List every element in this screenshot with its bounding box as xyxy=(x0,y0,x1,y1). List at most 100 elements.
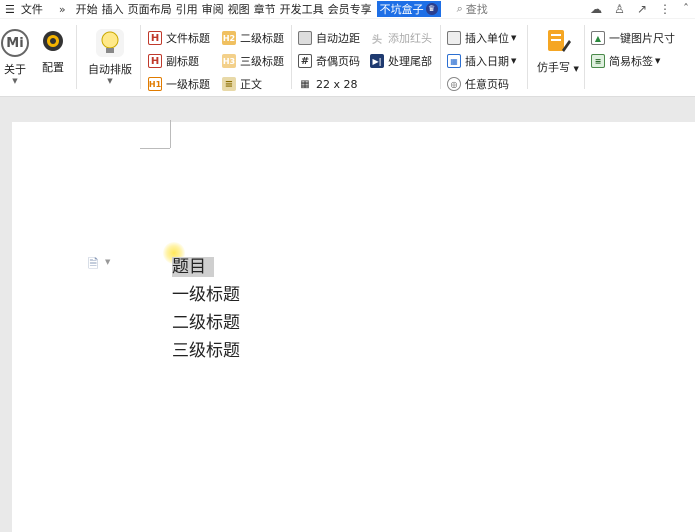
ribbon: Mi 关于 ▼ 配置 自动排版 ▼ H 文件标题 H 副标题 H1 一级标题 H… xyxy=(0,19,695,97)
margin-marker-horizontal xyxy=(140,148,170,149)
tab-home[interactable]: 开始 xyxy=(74,1,100,17)
page-number-icon: ◎ xyxy=(447,77,461,91)
divider xyxy=(440,25,441,89)
unit-icon xyxy=(447,31,461,45)
imitate-write-label: 仿手写 ▼ xyxy=(537,61,579,74)
divider xyxy=(527,25,528,89)
selected-text[interactable]: 题目 xyxy=(172,257,214,277)
h2-label: 二级标题 xyxy=(240,32,284,45)
imitate-write-button[interactable]: 仿手写 ▼ xyxy=(537,27,579,75)
doc-title-button[interactable]: H 文件标题 xyxy=(148,29,210,47)
notepad-pen-icon xyxy=(544,27,572,55)
chevron-down-icon: ▼ xyxy=(12,77,18,85)
about-label: 关于 xyxy=(4,63,26,76)
about-icon: Mi xyxy=(1,29,29,57)
tab-insert[interactable]: 插入 xyxy=(100,1,126,17)
h2-button[interactable]: H2 二级标题 xyxy=(222,29,284,47)
user-icon[interactable]: ♙ xyxy=(614,2,625,16)
heading-h-icon: H xyxy=(148,54,162,68)
tab-bukeng-box[interactable]: 不坑盒子 ♛ xyxy=(376,1,441,17)
menu-bar: ☰ 文件 » 开始 插入 页面布局 引用 审阅 视图 章节 开发工具 会员专享 … xyxy=(0,0,695,18)
insert-date-label: 插入日期 xyxy=(465,55,509,68)
tab-view[interactable]: 视图 xyxy=(226,1,252,17)
chevron-down-icon: ▼ xyxy=(107,77,113,85)
menu-more-icon[interactable]: » xyxy=(57,3,68,16)
margin-marker-vertical xyxy=(170,120,171,148)
document-area xyxy=(0,97,695,532)
image-icon: ▲ xyxy=(591,31,605,45)
chevron-down-icon: ▼ xyxy=(655,57,661,65)
about-button[interactable]: Mi 关于 ▼ xyxy=(1,29,29,85)
search-icon: ⌕ xyxy=(456,2,463,15)
auto-layout-button[interactable]: 自动排版 ▼ xyxy=(88,29,132,85)
divider xyxy=(291,25,292,89)
h1-button[interactable]: H1 一级标题 xyxy=(148,75,210,93)
document-page[interactable] xyxy=(12,122,695,532)
tab-bukeng-box-label: 不坑盒子 xyxy=(379,3,424,16)
divider xyxy=(584,25,585,89)
margin-icon xyxy=(298,31,312,45)
config-button[interactable]: 配置 xyxy=(39,27,67,75)
divider xyxy=(140,25,141,89)
cloud-sync-icon[interactable]: ☁ xyxy=(590,2,602,16)
heading-h1-icon: H1 xyxy=(148,77,162,91)
doc-line-title[interactable]: 题目 xyxy=(172,252,214,277)
chevron-down-icon[interactable]: ▼ xyxy=(105,258,110,266)
insert-date-button[interactable]: ▦ 插入日期 ▼ xyxy=(447,52,516,70)
doc-line-h3[interactable]: 三级标题 xyxy=(172,336,240,361)
tab-section[interactable]: 章节 xyxy=(252,1,278,17)
simple-tag-button[interactable]: ≡ 简易标签 ▼ xyxy=(591,52,660,70)
any-page-num-button[interactable]: ◎ 任意页码 xyxy=(447,75,509,93)
calendar-icon: ▦ xyxy=(447,54,461,68)
hash-icon: # xyxy=(298,54,312,68)
menu-file[interactable]: 文件 xyxy=(19,1,45,17)
handle-tail-button[interactable]: ▶| 处理尾部 xyxy=(370,52,432,70)
paragraph-layout-icon[interactable]: 🗎 xyxy=(88,255,98,277)
doc-line-h1[interactable]: 一级标题 xyxy=(172,280,240,305)
insert-unit-button[interactable]: 插入单位 ▼ xyxy=(447,29,516,47)
one-click-image-size-button[interactable]: ▲ 一键图片尺寸 xyxy=(591,29,675,47)
body-text-label: 正文 xyxy=(240,78,262,91)
body-text-icon: ≡ xyxy=(222,77,236,91)
tab-review[interactable]: 审阅 xyxy=(200,1,226,17)
more-options-icon[interactable]: ⋮ xyxy=(659,2,671,16)
h3-button[interactable]: H3 三级标题 xyxy=(222,52,284,70)
any-page-num-label: 任意页码 xyxy=(465,78,509,91)
search-label: 查找 xyxy=(465,3,488,16)
one-click-image-size-label: 一键图片尺寸 xyxy=(609,32,675,45)
tail-icon: ▶| xyxy=(370,54,384,68)
chevron-down-icon: ▼ xyxy=(511,34,517,42)
grid-size-label: 22 x 28 xyxy=(316,77,358,91)
grid-size-button[interactable]: ▦ 22 x 28 xyxy=(298,75,358,93)
header-icon: 头 xyxy=(372,34,382,46)
hamburger-menu-icon[interactable]: ☰ xyxy=(3,3,17,16)
collapse-ribbon-icon[interactable]: ˆ xyxy=(683,2,689,16)
share-icon[interactable]: ↗ xyxy=(637,2,647,16)
doc-line-h2[interactable]: 二级标题 xyxy=(172,308,240,333)
tab-page-layout[interactable]: 页面布局 xyxy=(126,1,174,17)
config-label: 配置 xyxy=(42,61,64,74)
heading-h3-icon: H3 xyxy=(222,54,236,68)
sub-title-button[interactable]: H 副标题 xyxy=(148,52,199,70)
odd-even-page-button[interactable]: # 奇偶页码 xyxy=(298,52,360,70)
h3-label: 三级标题 xyxy=(240,55,284,68)
sub-title-label: 副标题 xyxy=(166,55,199,68)
doc-title-label: 文件标题 xyxy=(166,32,210,45)
search-box[interactable]: ⌕ 查找 xyxy=(455,1,490,17)
tab-member[interactable]: 会员专享 xyxy=(326,1,374,17)
divider xyxy=(76,25,77,89)
h1-label: 一级标题 xyxy=(166,78,210,91)
window-controls: ☁ ♙ ↗ ⋮ ˆ xyxy=(590,0,689,18)
odd-even-page-label: 奇偶页码 xyxy=(316,55,360,68)
handle-tail-label: 处理尾部 xyxy=(388,55,432,68)
tab-references[interactable]: 引用 xyxy=(174,1,200,17)
auto-margin-button[interactable]: 自动边距 xyxy=(298,29,360,47)
tab-developer[interactable]: 开发工具 xyxy=(278,1,326,17)
crown-badge-icon: ♛ xyxy=(425,3,438,15)
tag-icon: ≡ xyxy=(591,54,605,68)
simple-tag-label: 简易标签 xyxy=(609,55,653,68)
insert-unit-label: 插入单位 xyxy=(465,32,509,45)
auto-layout-label: 自动排版 xyxy=(88,63,132,76)
body-text-button[interactable]: ≡ 正文 xyxy=(222,75,262,93)
add-header-button[interactable]: 头 添加红头 xyxy=(370,29,432,47)
